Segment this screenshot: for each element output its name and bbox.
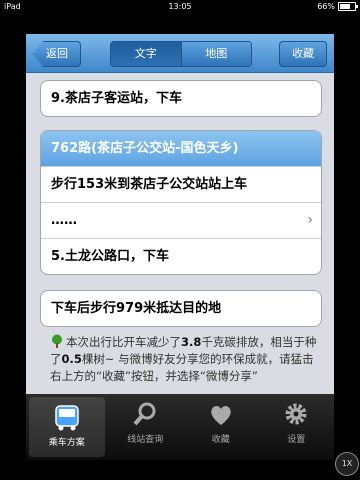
gear-icon	[259, 398, 335, 432]
heart-icon	[183, 398, 259, 432]
battery-icon	[338, 2, 358, 11]
app-window: 返回 文字 地图 收藏 9.茶店子客运站，下车 762路(茶店子公交站-国色天乡…	[26, 34, 334, 460]
tab-settings[interactable]: 设置	[259, 394, 335, 460]
navigation-bar: 返回 文字 地图 收藏	[26, 34, 334, 73]
status-bar: iPad 13:05 66%	[0, 0, 360, 13]
tab-text[interactable]: 文字	[111, 42, 181, 66]
search-icon	[108, 398, 184, 432]
tab-line-search[interactable]: 线站查询	[108, 394, 184, 460]
tab-bar: 乘车方案 线站查询 收藏 设置	[26, 394, 334, 460]
tab-route-plan[interactable]: 乘车方案	[29, 397, 105, 457]
step-card-top: 9.茶店子客运站，下车	[40, 80, 322, 117]
clock: 13:05	[168, 2, 192, 11]
tab-label: 乘车方案	[48, 438, 85, 448]
eco-message: 本次出行比开车减少了3.8千克碳排放，相当于种了0.5棵树~ 与微博好友分享您的…	[50, 334, 317, 383]
tree-value: 0.5	[61, 352, 82, 366]
carbon-value: 3.8	[181, 335, 202, 349]
alight-row: 5.土龙公路口，下车	[41, 238, 321, 274]
final-row: 下车后步行979米抵达目的地	[51, 301, 222, 316]
final-card: 下车后步行979米抵达目的地	[40, 290, 322, 327]
tab-label: 收藏	[211, 435, 230, 445]
view-segmented-control: 文字 地图	[110, 41, 252, 67]
tab-label: 设置	[287, 435, 306, 445]
route-card: 762路(茶店子公交站-国色天乡) 步行153米到茶店子公交站站上车 …… › …	[40, 130, 322, 275]
tab-favorites[interactable]: 收藏	[183, 394, 259, 460]
zoom-button[interactable]: 1X	[335, 452, 359, 476]
more-stops-row[interactable]: …… ›	[41, 202, 321, 238]
step-row: 9.茶店子客运站，下车	[51, 91, 182, 106]
tab-map[interactable]: 地图	[180, 42, 251, 66]
chevron-right-icon: ›	[307, 212, 313, 228]
route-header: 762路(茶店子公交站-国色天乡)	[41, 131, 321, 166]
bus-icon	[29, 401, 105, 435]
tab-label: 线站查询	[127, 435, 164, 445]
back-button[interactable]: 返回	[33, 41, 81, 67]
walk-row: 步行153米到茶店子公交站站上车	[41, 166, 321, 202]
more-stops-label: ……	[51, 213, 77, 228]
tree-icon	[52, 334, 62, 348]
battery-percent: 66%	[317, 2, 335, 11]
favorite-button[interactable]: 收藏	[279, 41, 327, 67]
